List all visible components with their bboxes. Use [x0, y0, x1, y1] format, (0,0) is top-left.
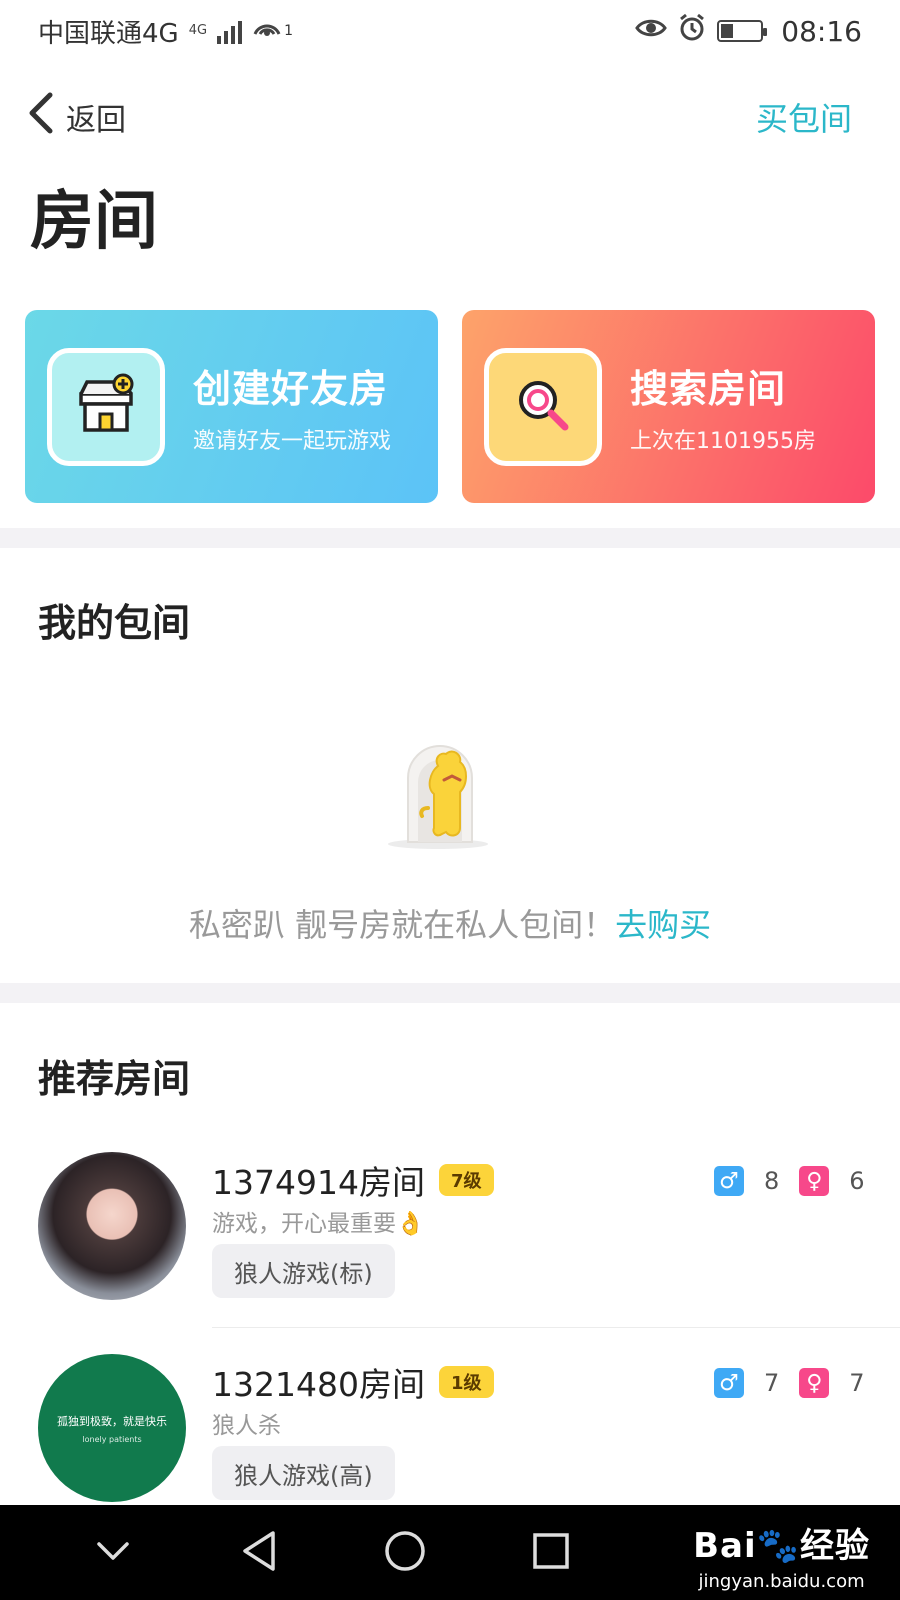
room-list-item[interactable]: 1374914房间 7级 游戏，开心最重要👌 狼人游戏(标) ♂ 8 ♀ 6	[0, 1152, 900, 1322]
nav-back-button[interactable]	[229, 1523, 289, 1583]
create-card-subtitle: 邀请好友一起玩游戏	[193, 429, 392, 454]
female-count: 6	[849, 1167, 865, 1195]
square-recents-icon	[531, 1531, 571, 1575]
circle-home-icon	[383, 1529, 427, 1577]
battery-icon	[717, 20, 768, 42]
alarm-icon	[677, 13, 707, 50]
avatar-caption: 孤独到极致，就是快乐	[57, 1414, 167, 1428]
recommended-rooms-title: 推荐房间	[38, 1057, 191, 1101]
go-buy-link[interactable]: 去购买	[615, 906, 711, 944]
section-divider	[0, 528, 900, 548]
buy-room-link[interactable]: 买包间	[756, 94, 852, 140]
male-icon: ♂	[714, 1368, 744, 1398]
room-name: 1374914房间 7级	[212, 1156, 494, 1204]
status-bar: 中国联通4G 4G 1 08:16	[0, 0, 900, 62]
level-badge: 1级	[438, 1366, 494, 1398]
page-title: 房间	[30, 185, 158, 259]
room-gender-counts: ♂ 7 ♀ 7	[714, 1368, 865, 1398]
watermark-main: Bai🐾经验	[693, 1526, 870, 1566]
avatar-subcaption: lonely patients	[82, 1434, 142, 1444]
nav-home-button[interactable]	[375, 1523, 435, 1583]
room-name: 1321480房间 1级	[212, 1358, 494, 1406]
female-count: 7	[849, 1369, 865, 1397]
search-card-text: 搜索房间 上次在1101955房	[630, 358, 816, 455]
male-icon: ♂	[714, 1166, 744, 1196]
nav-recents-button[interactable]	[521, 1523, 581, 1583]
back-label: 返回	[66, 103, 126, 138]
room-list-item[interactable]: 孤独到极致，就是快乐 lonely patients 1321480房间 1级 …	[0, 1354, 900, 1524]
shop-add-icon	[73, 372, 139, 442]
search-icon	[510, 372, 576, 442]
status-left: 中国联通4G 4G 1	[38, 13, 293, 50]
section-divider-2	[0, 983, 900, 1003]
female-icon: ♀	[799, 1166, 830, 1196]
empty-door-mascot-illustration	[388, 738, 498, 850]
search-card-title: 搜索房间	[630, 367, 787, 411]
room-host-avatar: 孤独到极致，就是快乐 lonely patients	[38, 1354, 186, 1502]
triangle-back-icon	[239, 1529, 279, 1577]
room-name-text: 1374914房间	[212, 1163, 425, 1202]
status-right: 08:16	[635, 13, 862, 50]
create-card-title: 创建好友房	[193, 367, 389, 411]
create-friend-room-card[interactable]: 创建好友房 邀请好友一起玩游戏	[25, 310, 438, 503]
chevron-left-icon	[28, 91, 54, 143]
network-type-icon: 4G	[188, 23, 208, 38]
search-room-card[interactable]: 搜索房间 上次在1101955房	[462, 310, 875, 503]
hide-nav-button[interactable]	[83, 1523, 143, 1583]
empty-rooms-message: 私密趴 靓号房就在私人包间！去购买	[0, 900, 900, 946]
male-count: 7	[764, 1369, 780, 1397]
baidu-jingyan-watermark: Bai🐾经验 jingyan.baidu.com	[693, 1518, 870, 1592]
create-room-icon-box	[47, 347, 165, 466]
row-divider	[212, 1327, 900, 1328]
search-card-subtitle: 上次在1101955房	[630, 429, 816, 454]
room-game-tag: 狼人游戏(高)	[212, 1446, 395, 1500]
watermark-sub: jingyan.baidu.com	[698, 1571, 865, 1592]
carrier-text: 中国联通4G	[38, 18, 179, 49]
female-icon: ♀	[799, 1368, 830, 1398]
hotspot-count: 1	[284, 23, 293, 39]
hotspot-icon	[252, 13, 282, 50]
room-host-avatar	[38, 1152, 186, 1300]
my-rooms-title: 我的包间	[38, 601, 191, 645]
create-card-text: 创建好友房 邀请好友一起玩游戏	[193, 358, 391, 455]
search-room-icon-box	[484, 347, 602, 466]
clock-text: 08:16	[781, 14, 862, 48]
room-description: 狼人杀	[212, 1413, 281, 1439]
back-button[interactable]: 返回	[28, 91, 126, 143]
top-nav: 返回 买包间	[0, 82, 900, 152]
room-game-tag: 狼人游戏(标)	[212, 1244, 395, 1298]
room-name-text: 1321480房间	[212, 1365, 425, 1404]
signal-icon	[217, 18, 243, 44]
level-badge: 7级	[438, 1164, 494, 1196]
male-count: 8	[764, 1167, 780, 1195]
empty-rooms-text: 私密趴 靓号房就在私人包间！	[188, 906, 616, 944]
chevron-down-icon	[95, 1540, 131, 1566]
room-description: 游戏，开心最重要👌	[212, 1211, 425, 1237]
room-gender-counts: ♂ 8 ♀ 6	[714, 1166, 865, 1196]
eye-icon	[635, 16, 668, 47]
